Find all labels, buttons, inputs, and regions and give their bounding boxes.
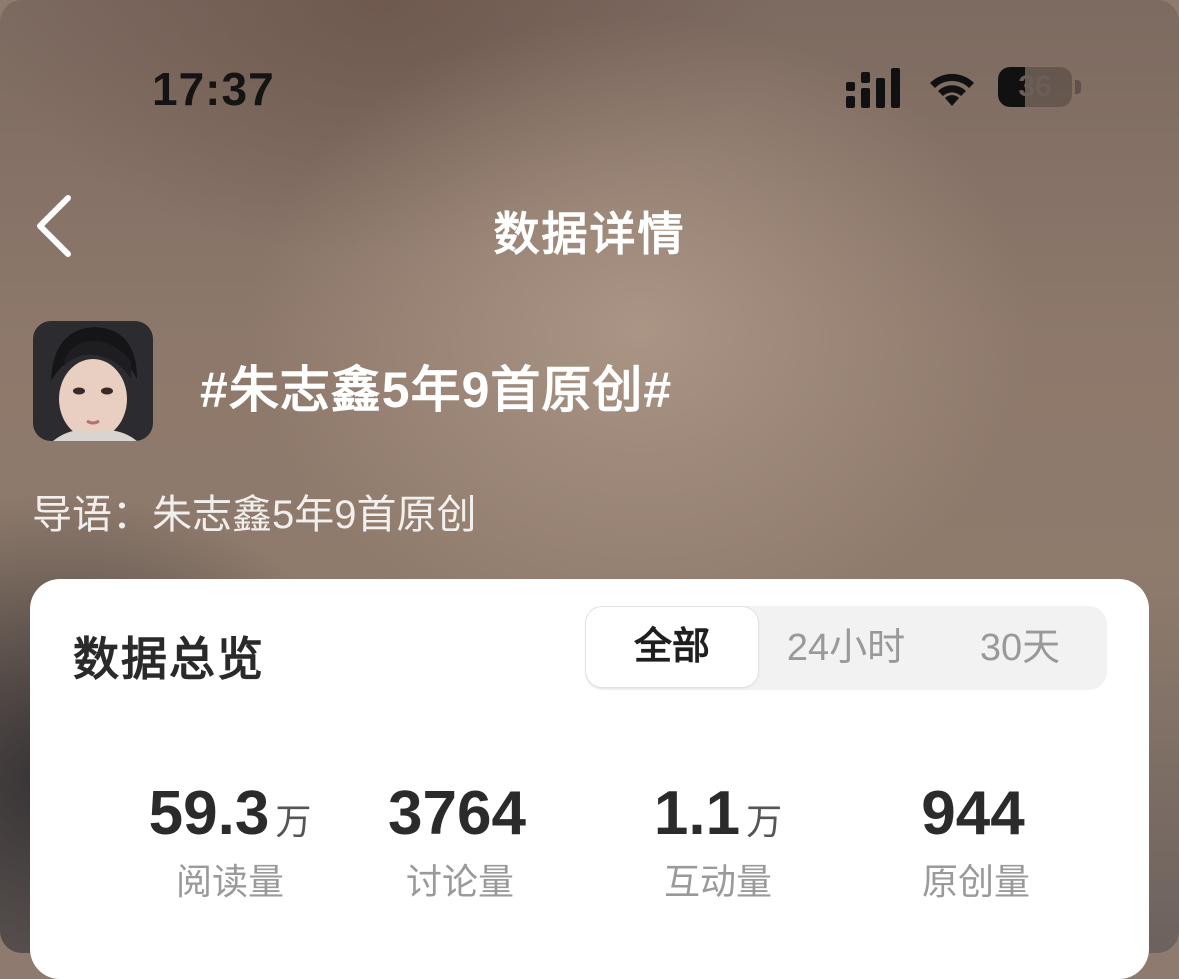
time-range-tabs: 全部 24小时 30天 bbox=[585, 606, 1107, 690]
stat-label: 阅读量 bbox=[175, 861, 284, 902]
stat-unit: 万 bbox=[275, 801, 312, 842]
avatar-image bbox=[33, 321, 153, 441]
avatar[interactable] bbox=[33, 321, 153, 441]
wifi-icon bbox=[930, 73, 974, 106]
status-time: 17:37 bbox=[152, 63, 275, 115]
stat-value: 3764 bbox=[388, 779, 526, 848]
battery-cap bbox=[1075, 80, 1081, 94]
status-bar: 17:37 36 bbox=[0, 0, 1179, 180]
stat-discussions: 3764 讨论量 bbox=[330, 779, 590, 905]
signal-icon bbox=[846, 68, 900, 108]
tab-30d[interactable]: 30天 bbox=[933, 606, 1107, 690]
topic-title: #朱志鑫5年9首原创# bbox=[200, 362, 673, 418]
battery-icon: 36 bbox=[998, 67, 1072, 107]
tab-24h[interactable]: 24小时 bbox=[759, 606, 933, 690]
stat-originals: 944 原创量 bbox=[846, 779, 1106, 905]
page-title: 数据详情 bbox=[493, 208, 686, 260]
topic-intro: 导语：朱志鑫5年9首原创 bbox=[32, 493, 477, 537]
stat-unit: 万 bbox=[746, 801, 783, 842]
stat-value: 59.3 bbox=[148, 779, 270, 848]
stat-interactions: 1.1 万 互动量 bbox=[588, 779, 848, 905]
stat-value: 1.1 bbox=[653, 779, 741, 848]
stat-label: 原创量 bbox=[921, 861, 1030, 902]
stat-reads: 59.3 万 阅读量 bbox=[100, 779, 360, 905]
stat-value: 944 bbox=[921, 779, 1025, 848]
stat-label: 互动量 bbox=[663, 861, 772, 902]
battery-level: 36 bbox=[1018, 70, 1052, 103]
tab-all[interactable]: 全部 bbox=[586, 607, 758, 687]
overview-title: 数据总览 bbox=[73, 633, 265, 685]
overview-card: 数据总览 全部 24小时 30天 59.3 万 阅读量 3764 讨论量 1.1 万… bbox=[30, 579, 1149, 979]
stat-label: 讨论量 bbox=[405, 861, 514, 902]
